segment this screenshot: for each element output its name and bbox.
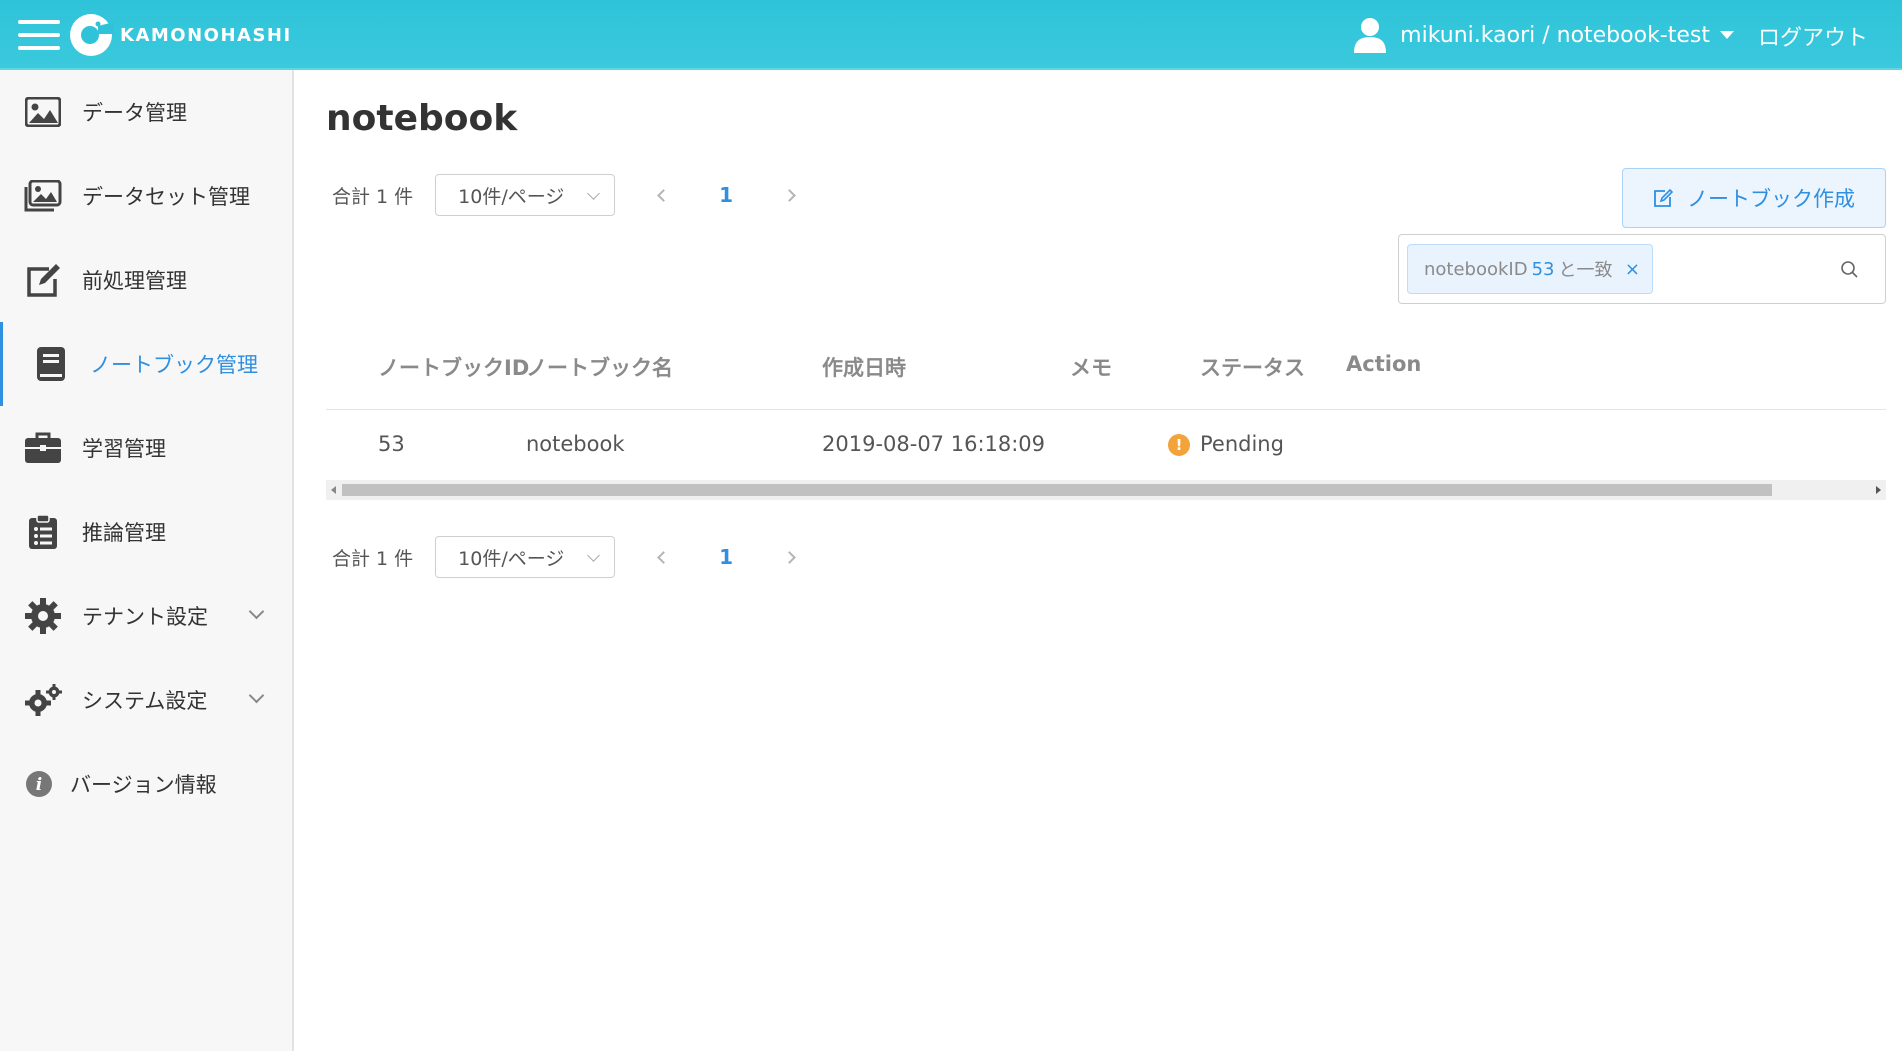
user-icon — [1354, 18, 1387, 53]
sidebar-item-label: 学習管理 — [82, 437, 166, 461]
chevron-down-icon — [248, 603, 265, 620]
total-count: 合計 1 件 — [332, 547, 414, 570]
chevron-down-icon — [248, 687, 265, 704]
sidebar-item-label: 推論管理 — [82, 521, 166, 545]
column-header-memo[interactable]: メモ — [1070, 352, 1112, 382]
filter-tag-field: notebookID — [1424, 258, 1528, 280]
briefcase-icon — [24, 429, 62, 467]
column-header-status[interactable]: ステータス — [1200, 352, 1305, 382]
page-size-value: 10件/ページ — [458, 185, 565, 208]
logout-link[interactable]: ログアウト — [1758, 20, 1868, 52]
main-content: notebook 合計 1 件 10件/ページ 1 ノートブック作成 noteb… — [296, 70, 1902, 1051]
sidebar-item-version-info[interactable]: i バージョン情報 — [0, 742, 292, 826]
filter-tag-close-icon[interactable]: × — [1625, 259, 1640, 280]
filter-tag-operator: と一致 — [1558, 260, 1613, 281]
sidebar-item-notebook[interactable]: ノートブック管理 — [0, 322, 292, 406]
column-header-action: Action — [1346, 352, 1422, 376]
sidebar-item-system-settings[interactable]: システム設定 — [0, 658, 292, 742]
prev-page-button[interactable] — [651, 183, 675, 207]
sidebar-item-label: データ管理 — [82, 101, 187, 125]
notebook-table: ノートブックID ノートブック名 作成日時 メモ ステータス Action 53… — [326, 320, 1886, 500]
gears-icon — [24, 681, 62, 719]
sidebar: データ管理 データセット管理 前処理管理 ノートブック管理 学習管理 推論管理 — [0, 70, 294, 1051]
images-icon — [24, 177, 62, 215]
total-count: 合計 1 件 — [332, 185, 414, 208]
column-header-name[interactable]: ノートブック名 — [526, 352, 673, 382]
book-icon — [32, 345, 70, 383]
cell-created: 2019-08-07 16:18:09 — [822, 432, 1046, 456]
edit-icon — [1654, 188, 1673, 207]
column-header-created[interactable]: 作成日時 — [822, 352, 906, 382]
chevron-left-icon — [656, 550, 670, 564]
search-icon[interactable] — [1839, 259, 1861, 281]
page-size-select[interactable]: 10件/ページ — [435, 174, 616, 216]
sidebar-item-inference[interactable]: 推論管理 — [0, 490, 292, 574]
sidebar-item-label: テナント設定 — [82, 605, 208, 629]
user-tenant-label: mikuni.kaori / notebook-test — [1400, 22, 1710, 48]
gear-icon — [24, 597, 62, 635]
create-notebook-button[interactable]: ノートブック作成 — [1622, 168, 1886, 228]
chevron-right-icon — [782, 188, 796, 202]
chevron-down-icon — [587, 549, 601, 562]
create-notebook-label: ノートブック作成 — [1687, 187, 1855, 211]
cell-id: 53 — [378, 432, 405, 456]
svg-text:i: i — [36, 775, 42, 795]
caret-down-icon — [1720, 31, 1734, 39]
image-icon — [24, 93, 62, 131]
filter-tag: notebookID 53 と一致 × — [1407, 244, 1653, 294]
table-row[interactable]: 53 notebook 2019-08-07 16:18:09 ! Pendin… — [326, 410, 1886, 480]
page-number[interactable]: 1 — [719, 545, 733, 569]
table-header: ノートブックID ノートブック名 作成日時 メモ ステータス Action — [326, 320, 1886, 410]
user-menu[interactable]: mikuni.kaori / notebook-test — [1354, 14, 1734, 56]
warning-icon: ! — [1168, 434, 1190, 456]
sidebar-item-data[interactable]: データ管理 — [0, 70, 292, 154]
next-page-button[interactable] — [777, 183, 801, 207]
menu-icon[interactable] — [18, 20, 60, 50]
logo-mark-icon — [70, 14, 114, 56]
filter-tag-value: 53 — [1531, 258, 1555, 280]
app-header: KAMONOHASHI mikuni.kaori / notebook-test… — [0, 0, 1902, 70]
sidebar-item-label: システム設定 — [82, 689, 208, 713]
logo-text: KAMONOHASHI — [120, 24, 292, 46]
sidebar-item-label: データセット管理 — [82, 185, 250, 209]
sidebar-item-label: ノートブック管理 — [90, 353, 258, 377]
filter-search-box[interactable]: notebookID 53 と一致 × — [1398, 234, 1886, 304]
sidebar-item-tenant-settings[interactable]: テナント設定 — [0, 574, 292, 658]
chevron-left-icon — [656, 188, 670, 202]
clipboard-icon — [24, 513, 62, 551]
chevron-right-icon — [782, 550, 796, 564]
page-size-value: 10件/ページ — [458, 547, 565, 570]
scroll-right-icon[interactable] — [1876, 486, 1881, 494]
sidebar-item-label: 前処理管理 — [82, 269, 187, 293]
chevron-down-icon — [587, 187, 601, 200]
prev-page-button[interactable] — [651, 545, 675, 569]
column-header-id[interactable]: ノートブックID — [378, 352, 529, 382]
page-size-select[interactable]: 10件/ページ — [435, 536, 616, 578]
logo[interactable]: KAMONOHASHI — [68, 9, 292, 61]
scroll-left-icon[interactable] — [331, 486, 336, 494]
page-title: notebook — [326, 98, 518, 139]
horizontal-scrollbar[interactable] — [326, 480, 1886, 500]
cell-status: Pending — [1200, 432, 1284, 456]
sidebar-item-dataset[interactable]: データセット管理 — [0, 154, 292, 238]
next-page-button[interactable] — [777, 545, 801, 569]
sidebar-item-training[interactable]: 学習管理 — [0, 406, 292, 490]
pagination-bottom: 合計 1 件 10件/ページ 1 — [332, 536, 801, 578]
pagination-top: 合計 1 件 10件/ページ 1 — [332, 174, 801, 216]
cell-name: notebook — [526, 432, 625, 456]
info-icon: i — [24, 765, 54, 803]
sidebar-item-preprocessing[interactable]: 前処理管理 — [0, 238, 292, 322]
scrollbar-thumb[interactable] — [342, 484, 1772, 496]
edit-icon — [24, 261, 62, 299]
page-number[interactable]: 1 — [719, 183, 733, 207]
sidebar-item-label: バージョン情報 — [70, 773, 217, 797]
